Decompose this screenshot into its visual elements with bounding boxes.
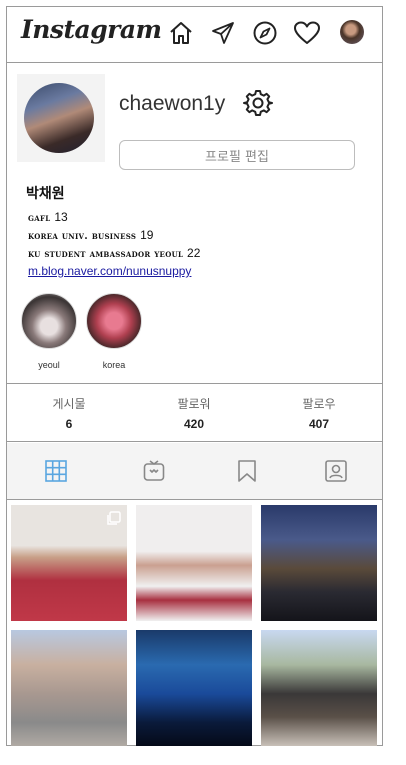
grid-icon[interactable] — [44, 459, 68, 483]
paper-plane-icon[interactable] — [209, 19, 237, 47]
bio-line: ku student ambassador yeoul 22 — [28, 246, 201, 260]
tagged-icon[interactable] — [324, 459, 348, 483]
following-count[interactable]: 팔로우 407 — [279, 395, 359, 431]
post-thumbnail[interactable] — [136, 505, 252, 621]
post-thumbnail[interactable] — [261, 630, 377, 746]
content-tabs — [7, 443, 382, 500]
bio-link[interactable]: m.blog.naver.com/nunusnuppy — [28, 264, 191, 278]
instagram-logo[interactable]: Instagram — [21, 15, 162, 44]
multi-photo-icon — [107, 511, 121, 525]
profile-picture[interactable] — [24, 83, 94, 153]
full-name: 박채원 — [26, 186, 65, 202]
home-icon[interactable] — [167, 19, 195, 47]
highlight-cover — [86, 293, 142, 349]
heart-icon[interactable] — [293, 19, 321, 47]
compass-icon[interactable] — [251, 19, 279, 47]
gear-icon[interactable] — [243, 88, 273, 118]
post-thumbnail[interactable] — [136, 630, 252, 746]
post-thumbnail[interactable] — [261, 505, 377, 621]
highlight-label: korea — [102, 360, 126, 370]
avatar[interactable] — [340, 20, 364, 44]
post-thumbnail[interactable] — [11, 505, 127, 621]
posts-count[interactable]: 게시물 6 — [29, 395, 109, 431]
app-frame: Instagram chaewon1y 프로필 편집 박채원 gafl 13 k… — [6, 6, 383, 746]
profile-picture-frame — [17, 74, 105, 162]
bookmark-icon[interactable] — [235, 459, 259, 483]
bio-line: korea univ. business 19 — [28, 228, 154, 242]
username: chaewon1y — [119, 92, 226, 115]
followers-count[interactable]: 팔로워 420 — [154, 395, 234, 431]
profile-stats: 게시물 6 팔로워 420 팔로우 407 — [7, 385, 382, 442]
top-bar: Instagram — [7, 7, 382, 63]
highlight-label: yeoul — [38, 360, 60, 370]
profile-section: chaewon1y 프로필 편집 박채원 gafl 13 korea univ.… — [7, 64, 382, 384]
highlight-cover — [21, 293, 77, 349]
bio-line: gafl 13 — [28, 210, 68, 224]
igtv-icon[interactable] — [142, 459, 166, 483]
story-highlight[interactable]: korea — [84, 293, 144, 370]
post-thumbnail[interactable] — [11, 630, 127, 746]
edit-profile-button[interactable]: 프로필 편집 — [119, 140, 355, 170]
story-highlight[interactable]: yeoul — [19, 293, 79, 370]
